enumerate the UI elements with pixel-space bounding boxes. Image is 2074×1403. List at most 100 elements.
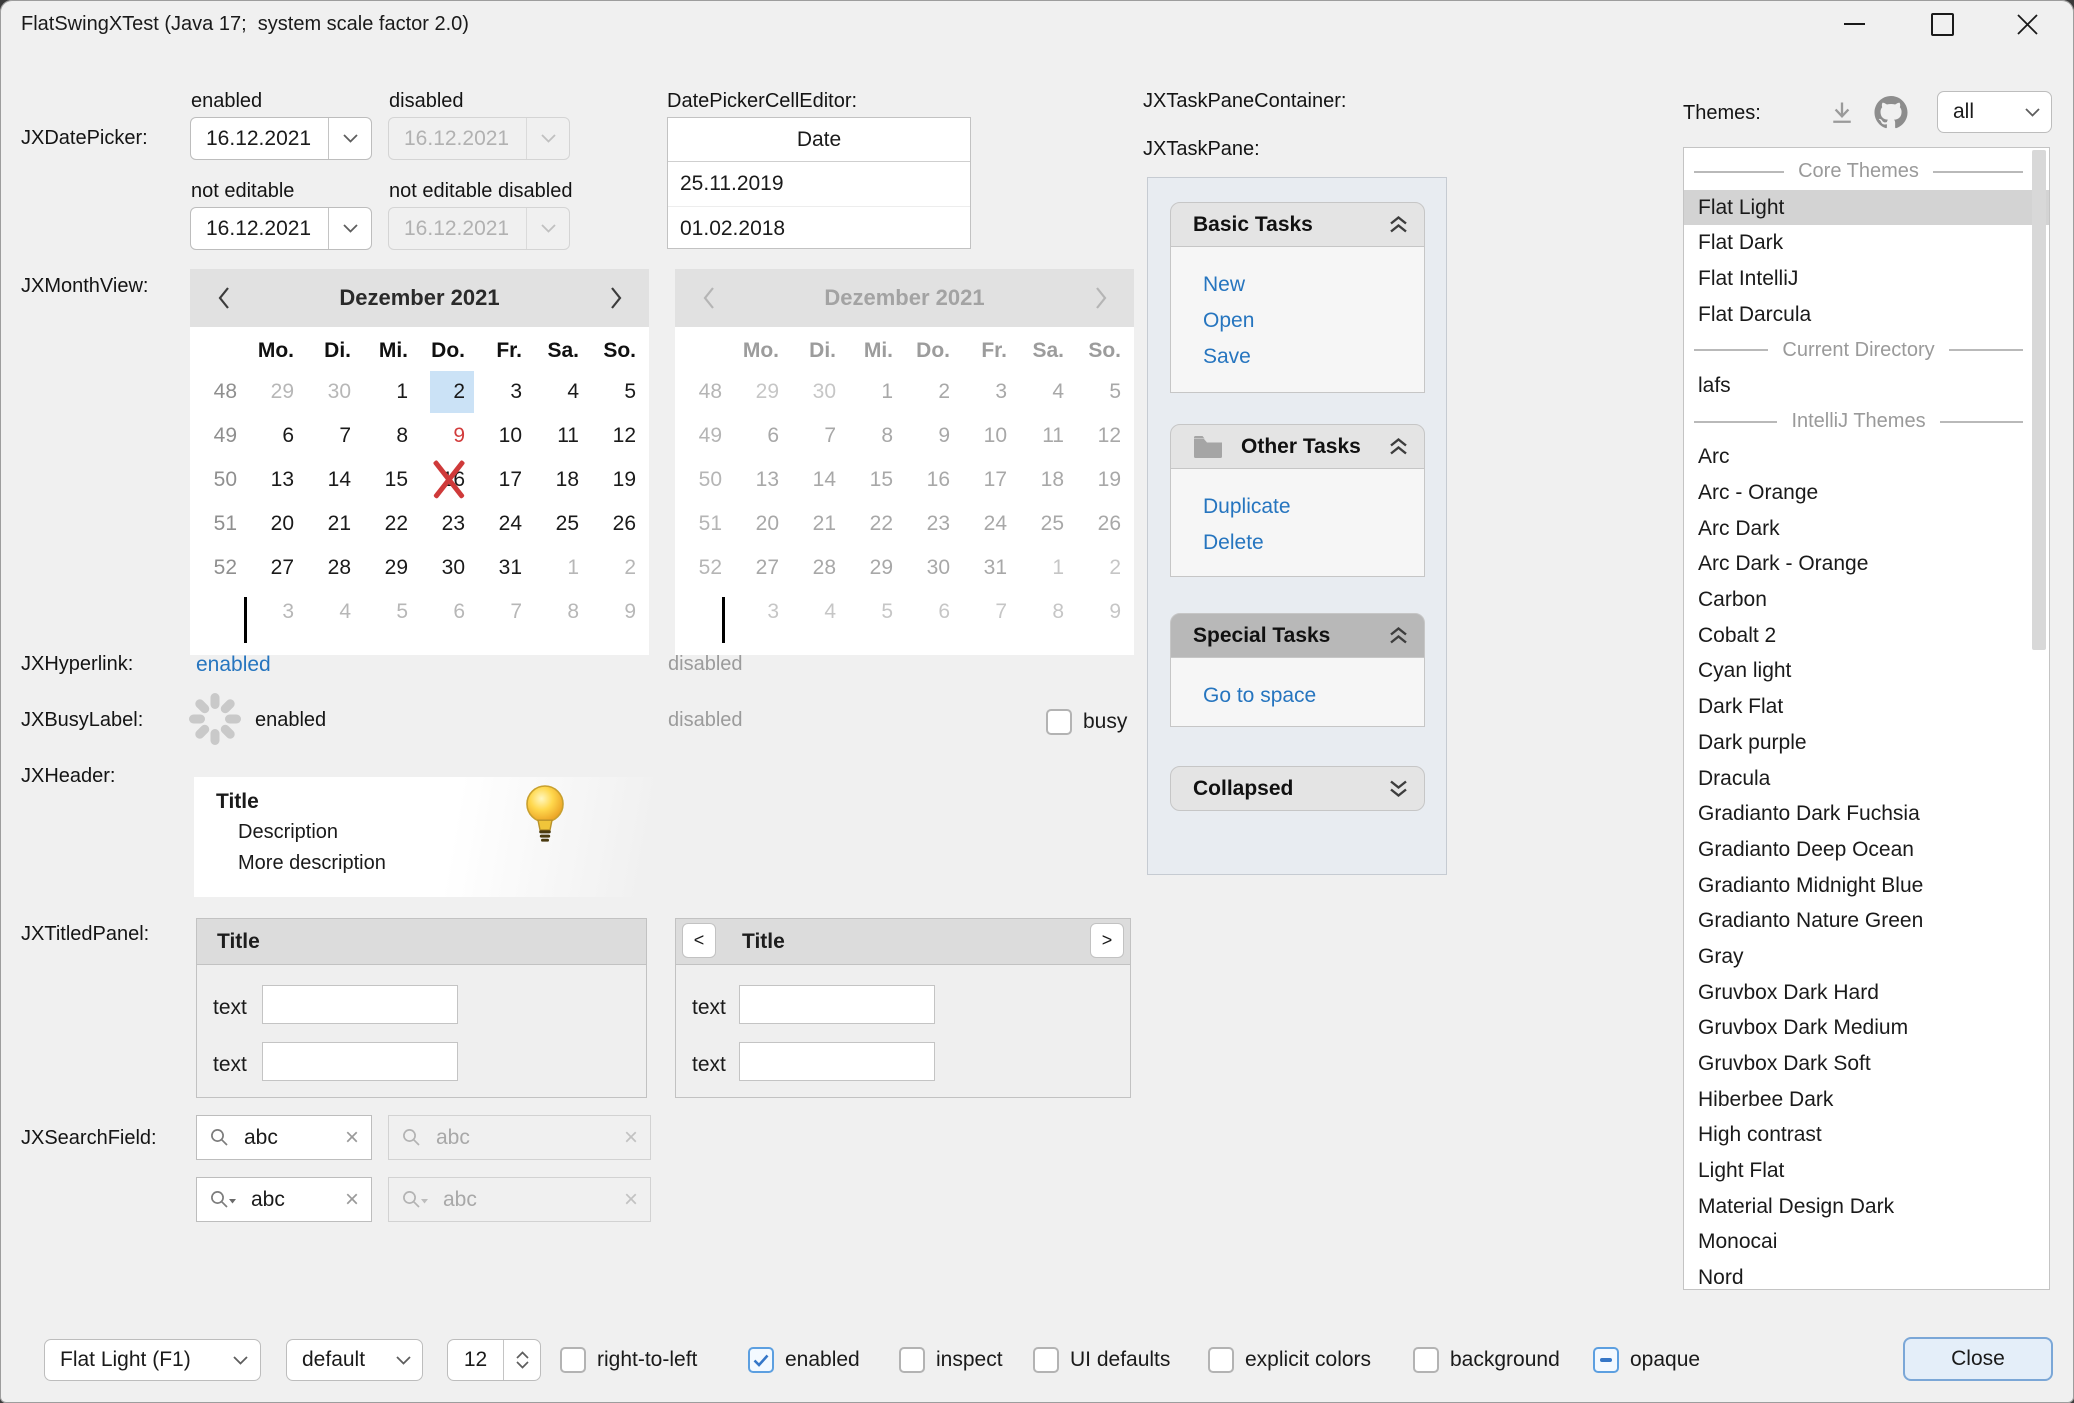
theme-list-item[interactable]: Flat Darcula: [1684, 297, 2049, 333]
day-cell[interactable]: 4: [533, 370, 590, 414]
day-cell[interactable]: 28: [305, 546, 362, 590]
day-cell[interactable]: 1: [362, 370, 419, 414]
day-cell[interactable]: 14: [305, 458, 362, 502]
taskpane-link-duplicate[interactable]: Duplicate: [1203, 489, 1424, 525]
search-input-with-menu[interactable]: abc ×: [196, 1177, 372, 1222]
theme-list-item[interactable]: Gradianto Nature Green: [1684, 903, 2049, 939]
text-input[interactable]: [262, 1042, 458, 1081]
day-cell[interactable]: 9: [419, 414, 476, 458]
day-cell[interactable]: 3: [476, 370, 533, 414]
checkbox-group-background[interactable]: background: [1413, 1339, 1560, 1381]
busy-checkbox[interactable]: [1046, 709, 1072, 735]
day-cell[interactable]: 8: [533, 590, 590, 634]
theme-list-item[interactable]: Arc Dark - Orange: [1684, 547, 2049, 583]
day-cell[interactable]: 12: [590, 414, 647, 458]
day-cell[interactable]: 1: [533, 546, 590, 590]
theme-list-item[interactable]: Flat IntelliJ: [1684, 261, 2049, 297]
checkbox-group-ui-defaults[interactable]: UI defaults: [1033, 1339, 1170, 1381]
expand-icon[interactable]: [1387, 779, 1410, 798]
day-cell[interactable]: 22: [362, 502, 419, 546]
hyperlink-enabled[interactable]: enabled: [196, 653, 271, 677]
themes-scrollbar[interactable]: [2032, 150, 2046, 650]
theme-list-item[interactable]: Arc: [1684, 440, 2049, 476]
day-cell[interactable]: 16: [419, 458, 476, 502]
next-button[interactable]: >: [1090, 923, 1124, 958]
checkbox-unchecked[interactable]: [1033, 1347, 1059, 1373]
day-cell[interactable]: 21: [305, 502, 362, 546]
day-cell[interactable]: 8: [362, 414, 419, 458]
text-input[interactable]: [262, 985, 458, 1024]
day-cell[interactable]: 30: [305, 370, 362, 414]
datepicker-not-editable[interactable]: 16.12.2021: [190, 207, 372, 250]
theme-list-item[interactable]: Gradianto Deep Ocean: [1684, 832, 2049, 868]
day-cell[interactable]: 5: [590, 370, 647, 414]
taskpane-header[interactable]: Other Tasks: [1170, 424, 1425, 469]
theme-list-item[interactable]: Arc - Orange: [1684, 475, 2049, 511]
day-cell[interactable]: 19: [590, 458, 647, 502]
checkbox-unchecked[interactable]: [899, 1347, 925, 1373]
theme-list-item[interactable]: Carbon: [1684, 582, 2049, 618]
theme-list-item[interactable]: Gruvbox Dark Medium: [1684, 1011, 2049, 1047]
day-cell[interactable]: 29: [248, 370, 305, 414]
day-cell[interactable]: 6: [419, 590, 476, 634]
theme-list-item[interactable]: Gruvbox Dark Soft: [1684, 1046, 2049, 1082]
text-input[interactable]: [739, 1042, 935, 1081]
taskpane-link-new[interactable]: New: [1203, 267, 1424, 303]
day-cell[interactable]: 29: [362, 546, 419, 590]
chevron-down-icon[interactable]: [328, 208, 371, 249]
day-cell[interactable]: 15: [362, 458, 419, 502]
day-cell[interactable]: 24: [476, 502, 533, 546]
maximize-button[interactable]: [1921, 5, 1963, 43]
theme-list-item[interactable]: High contrast: [1684, 1118, 2049, 1154]
theme-list-item[interactable]: Nord: [1684, 1260, 2049, 1290]
font-size-spinner[interactable]: 12: [447, 1339, 541, 1381]
day-cell[interactable]: 17: [476, 458, 533, 502]
text-input[interactable]: [739, 985, 935, 1024]
table-row[interactable]: 25.11.2019: [668, 162, 970, 206]
theme-list-item[interactable]: lafs: [1684, 368, 2049, 404]
theme-list-item[interactable]: Flat Light: [1684, 190, 2049, 226]
theme-list-item[interactable]: Monocai: [1684, 1225, 2049, 1261]
theme-list-item[interactable]: Cyan light: [1684, 654, 2049, 690]
checkbox-group-explicit-colors[interactable]: explicit colors: [1208, 1339, 1371, 1381]
spinner-buttons[interactable]: [503, 1340, 540, 1380]
clear-icon[interactable]: ×: [345, 1126, 359, 1150]
taskpane-link-save[interactable]: Save: [1203, 339, 1424, 375]
collapse-icon[interactable]: [1387, 437, 1410, 456]
checkbox-unchecked[interactable]: [560, 1347, 586, 1373]
taskpane-header[interactable]: Collapsed: [1170, 766, 1425, 811]
search-input[interactable]: abc ×: [196, 1115, 372, 1160]
theme-list-item[interactable]: Dracula: [1684, 761, 2049, 797]
theme-list-item[interactable]: Dark Flat: [1684, 689, 2049, 725]
checkbox-checked[interactable]: [748, 1347, 774, 1373]
checkbox-unchecked[interactable]: [1208, 1347, 1234, 1373]
close-window-button[interactable]: [2006, 5, 2048, 43]
checkbox-unchecked[interactable]: [1413, 1347, 1439, 1373]
day-cell[interactable]: 11: [533, 414, 590, 458]
taskpane-header[interactable]: Basic Tasks: [1170, 202, 1425, 247]
day-cell[interactable]: 27: [248, 546, 305, 590]
theme-list-item[interactable]: Gray: [1684, 939, 2049, 975]
style-select[interactable]: default: [286, 1339, 423, 1381]
day-cell[interactable]: 2: [419, 370, 476, 414]
download-icon[interactable]: [1828, 99, 1856, 132]
close-button[interactable]: Close: [1903, 1337, 2053, 1381]
day-cell[interactable]: 25: [533, 502, 590, 546]
taskpane-link-go-to-space[interactable]: Go to space: [1203, 678, 1424, 714]
themes-filter-select[interactable]: all: [1937, 91, 2052, 133]
day-cell[interactable]: 5: [362, 590, 419, 634]
day-cell[interactable]: 7: [476, 590, 533, 634]
theme-list-item[interactable]: Light Flat: [1684, 1153, 2049, 1189]
day-cell[interactable]: 2: [590, 546, 647, 590]
day-cell[interactable]: 4: [305, 590, 362, 634]
minimize-button[interactable]: [1833, 5, 1875, 43]
day-cell[interactable]: 18: [533, 458, 590, 502]
day-cell[interactable]: 20: [248, 502, 305, 546]
theme-list-item[interactable]: Gradianto Dark Fuchsia: [1684, 796, 2049, 832]
theme-list-item[interactable]: Material Design Dark: [1684, 1189, 2049, 1225]
busy-checkbox-group[interactable]: busy: [1046, 701, 1127, 743]
chevron-right-icon[interactable]: [601, 283, 631, 313]
day-cell[interactable]: 3: [248, 590, 305, 634]
chevron-down-icon[interactable]: [328, 118, 371, 159]
taskpane-link-delete[interactable]: Delete: [1203, 525, 1424, 561]
